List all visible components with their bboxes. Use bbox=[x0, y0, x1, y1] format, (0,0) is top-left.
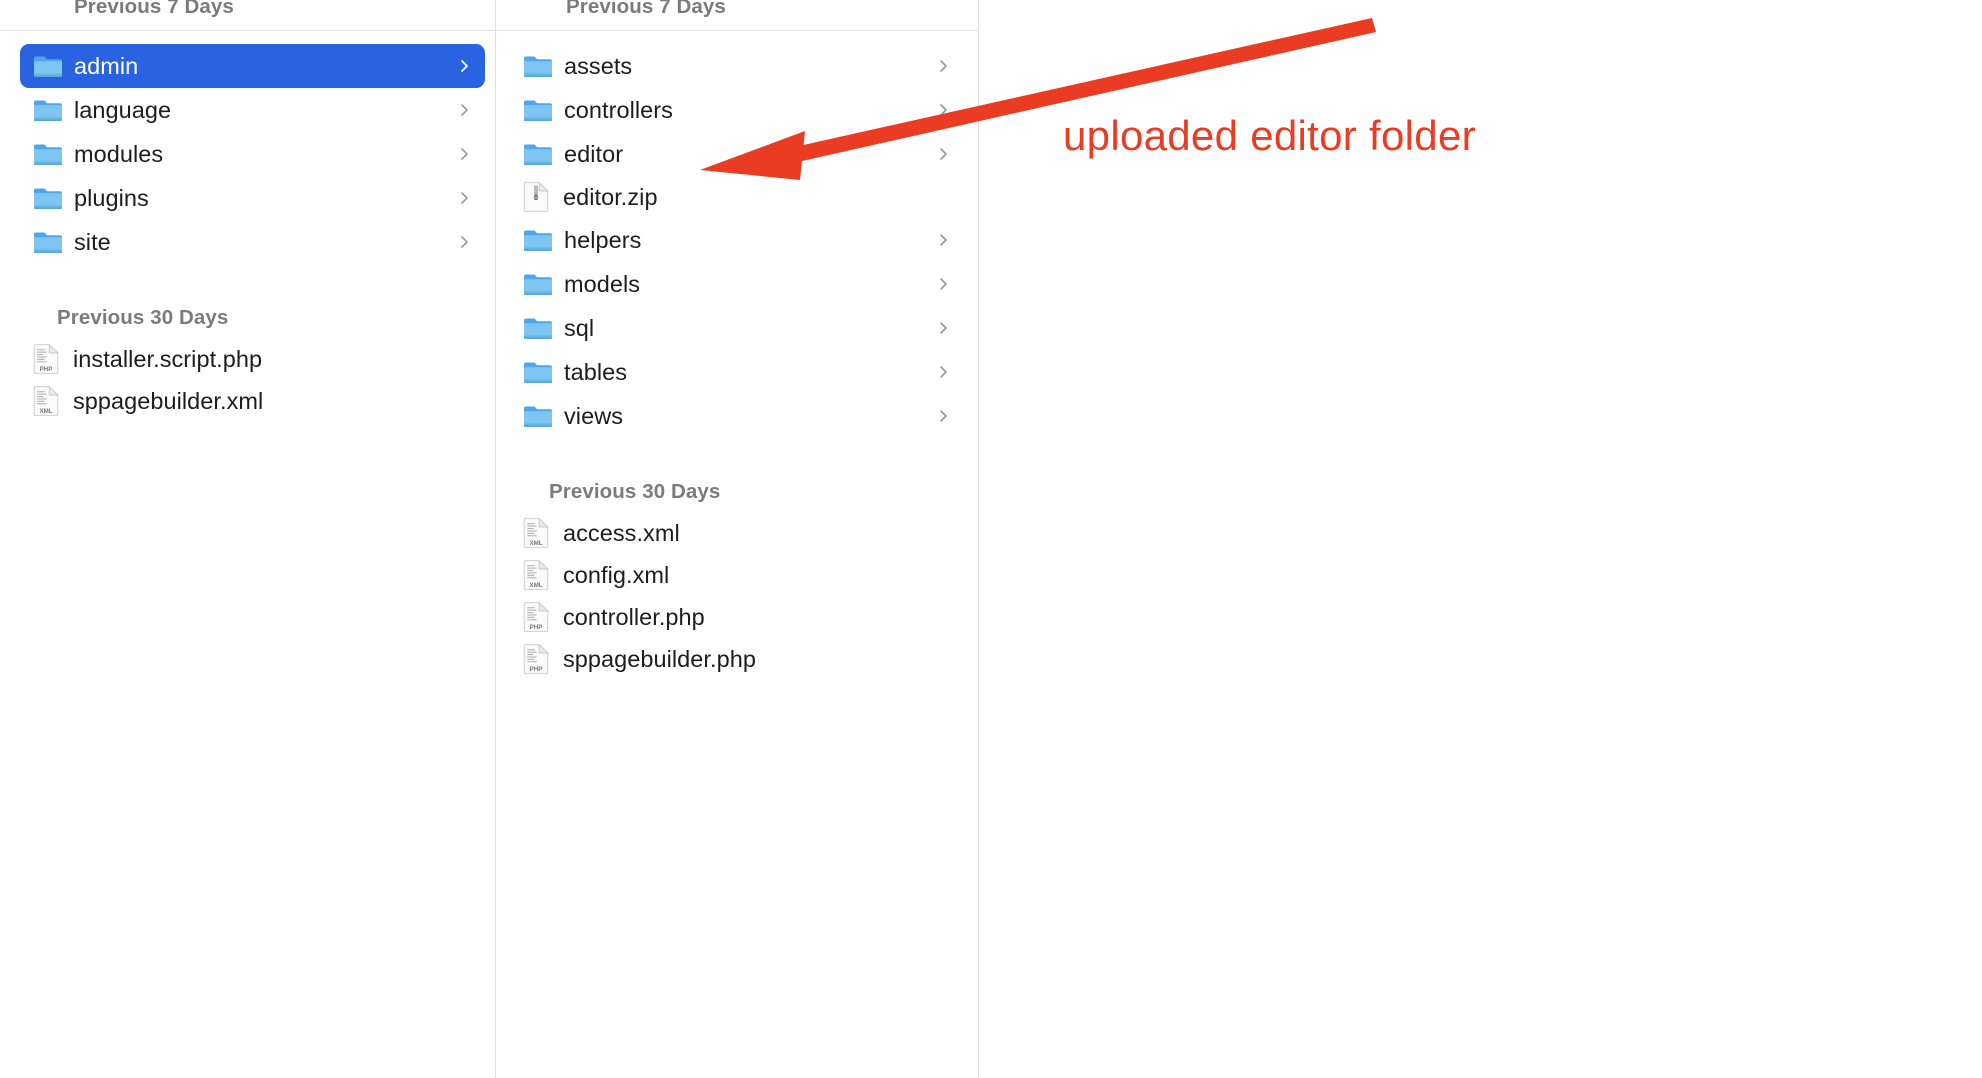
list-item-label: models bbox=[564, 270, 641, 297]
list-item-controllers[interactable]: controllers bbox=[510, 88, 964, 132]
list-item-label: editor.zip bbox=[563, 183, 658, 210]
finder-column-3 bbox=[978, 0, 1982, 1078]
list-item-admin[interactable]: admin bbox=[20, 44, 485, 88]
list-item-label: sppagebuilder.php bbox=[563, 645, 756, 672]
list-item-editor-zip[interactable]: editor.zip bbox=[510, 176, 964, 218]
chevron-right-icon bbox=[937, 278, 950, 291]
folder-icon bbox=[523, 53, 553, 79]
column-1-list: admin language modules plugins site Prev… bbox=[0, 31, 495, 422]
folder-icon bbox=[33, 97, 63, 123]
column-1-header-label: Previous 7 Days bbox=[74, 0, 234, 18]
folder-icon bbox=[523, 359, 553, 385]
chevron-right-icon bbox=[458, 104, 471, 117]
svg-text:PHP: PHP bbox=[530, 666, 543, 673]
list-item-label: admin bbox=[74, 52, 139, 79]
php-file-icon: PHP bbox=[523, 644, 549, 674]
folder-icon bbox=[33, 185, 63, 211]
list-item-label: editor bbox=[564, 140, 624, 167]
column-3-header bbox=[979, 0, 1982, 31]
list-item-models[interactable]: models bbox=[510, 262, 964, 306]
chevron-right-icon bbox=[937, 234, 950, 247]
folder-icon bbox=[523, 271, 553, 297]
chevron-right-icon bbox=[458, 192, 471, 205]
list-item-editor[interactable]: editor bbox=[510, 132, 964, 176]
folder-icon bbox=[523, 227, 553, 253]
list-item-label: sppagebuilder.xml bbox=[73, 387, 264, 414]
list-item-label: helpers bbox=[564, 226, 642, 253]
list-item-plugins[interactable]: plugins bbox=[20, 176, 485, 220]
chevron-right-icon bbox=[458, 236, 471, 249]
annotation-label: uploaded editor folder bbox=[1063, 112, 1476, 159]
section-heading-previous-30-days: Previous 30 Days bbox=[549, 480, 721, 503]
list-item-sql[interactable]: sql bbox=[510, 306, 964, 350]
chevron-right-icon bbox=[937, 60, 950, 73]
list-item-label: sql bbox=[564, 314, 595, 341]
column-2-list: assets controllers editor editor.zip hel… bbox=[496, 31, 978, 680]
list-item-label: views bbox=[564, 402, 624, 429]
list-item-label: config.xml bbox=[563, 561, 670, 588]
list-item-sppagebuilder-php[interactable]: PHP sppagebuilder.php bbox=[510, 638, 964, 680]
list-item-sppagebuilder-xml[interactable]: XML sppagebuilder.xml bbox=[20, 380, 485, 422]
svg-text:PHP: PHP bbox=[530, 624, 543, 631]
chevron-right-icon bbox=[458, 148, 471, 161]
svg-text:PHP: PHP bbox=[40, 366, 53, 373]
list-item-modules[interactable]: modules bbox=[20, 132, 485, 176]
svg-text:XML: XML bbox=[39, 408, 52, 415]
list-item-assets[interactable]: assets bbox=[510, 44, 964, 88]
list-item-installer-script-php[interactable]: PHP installer.script.php bbox=[20, 338, 485, 380]
folder-icon bbox=[523, 141, 553, 167]
xml-file-icon: XML bbox=[523, 560, 549, 590]
folder-icon bbox=[523, 97, 553, 123]
finder-column-2: Previous 7 Days assets controllers edito… bbox=[495, 0, 978, 1078]
list-item-views[interactable]: views bbox=[510, 394, 964, 438]
svg-text:XML: XML bbox=[529, 540, 542, 547]
list-item-language[interactable]: language bbox=[20, 88, 485, 132]
list-item-tables[interactable]: tables bbox=[510, 350, 964, 394]
folder-icon bbox=[523, 403, 553, 429]
section-heading-previous-30-days: Previous 30 Days bbox=[57, 306, 229, 329]
finder-column-1: Previous 7 Days admin language modules p… bbox=[0, 0, 495, 1078]
list-item-controller-php[interactable]: PHP controller.php bbox=[510, 596, 964, 638]
php-file-icon: PHP bbox=[33, 344, 59, 374]
folder-icon bbox=[33, 141, 63, 167]
list-item-access-xml[interactable]: XML access.xml bbox=[510, 512, 964, 554]
chevron-right-icon bbox=[937, 322, 950, 335]
list-item-label: controllers bbox=[564, 96, 673, 123]
chevron-right-icon bbox=[937, 366, 950, 379]
list-item-helpers[interactable]: helpers bbox=[510, 218, 964, 262]
list-item-label: plugins bbox=[74, 184, 149, 211]
column-2-header-label: Previous 7 Days bbox=[566, 0, 726, 18]
chevron-right-icon bbox=[937, 104, 950, 117]
chevron-right-icon bbox=[937, 148, 950, 161]
list-item-label: tables bbox=[564, 358, 628, 385]
folder-icon bbox=[33, 229, 63, 255]
zip-file-icon bbox=[523, 182, 549, 212]
list-item-label: installer.script.php bbox=[73, 345, 263, 372]
list-item-label: access.xml bbox=[563, 519, 680, 546]
folder-icon bbox=[523, 315, 553, 341]
php-file-icon: PHP bbox=[523, 602, 549, 632]
svg-text:XML: XML bbox=[529, 582, 542, 589]
list-item-site[interactable]: site bbox=[20, 220, 485, 264]
list-item-label: assets bbox=[564, 52, 633, 79]
column-2-header: Previous 7 Days bbox=[496, 0, 978, 31]
chevron-right-icon bbox=[937, 410, 950, 423]
folder-icon bbox=[33, 53, 63, 79]
list-item-config-xml[interactable]: XML config.xml bbox=[510, 554, 964, 596]
xml-file-icon: XML bbox=[523, 518, 549, 548]
column-1-header: Previous 7 Days bbox=[0, 0, 495, 31]
list-item-label: modules bbox=[74, 140, 164, 167]
list-item-label: controller.php bbox=[563, 603, 705, 630]
xml-file-icon: XML bbox=[33, 386, 59, 416]
list-item-label: language bbox=[74, 96, 172, 123]
finder-column-view-window: Previous 7 Days admin language modules p… bbox=[0, 0, 1982, 1078]
list-item-label: site bbox=[74, 228, 111, 255]
chevron-right-icon bbox=[458, 60, 471, 73]
